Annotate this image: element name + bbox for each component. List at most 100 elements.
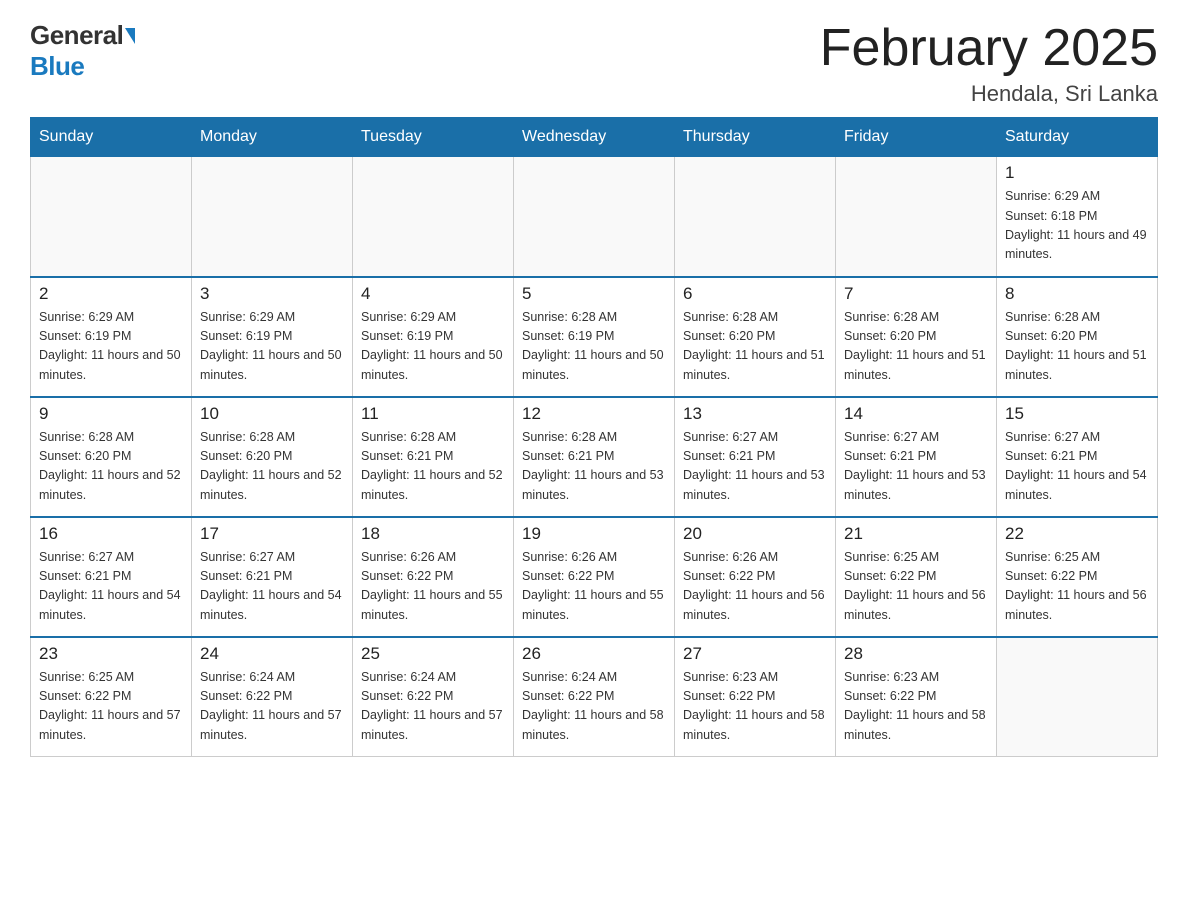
- calendar-week-row: 1Sunrise: 6:29 AM Sunset: 6:18 PM Daylig…: [31, 157, 1158, 277]
- calendar-cell: 5 Sunrise: 6:28 AM Sunset: 6:19 PM Daylig…: [514, 277, 675, 397]
- day-sun-info: Sunrise: 6:28 AM Sunset: 6:20 PM Dayligh…: [1005, 308, 1149, 386]
- day-number: 26: [522, 644, 666, 664]
- title-area: February 2025 Hendala, Sri Lanka: [820, 20, 1158, 107]
- calendar-cell: 19 Sunrise: 6:26 AM Sunset: 6:22 PM Dayli…: [514, 517, 675, 637]
- day-number: 9: [39, 404, 183, 424]
- day-number: 25: [361, 644, 505, 664]
- calendar-cell: 1Sunrise: 6:29 AM Sunset: 6:18 PM Daylig…: [997, 157, 1158, 277]
- day-sun-info: Sunrise: 6:23 AM Sunset: 6:22 PM Dayligh…: [683, 668, 827, 746]
- day-number: 21: [844, 524, 988, 544]
- calendar-cell: 8 Sunrise: 6:28 AM Sunset: 6:20 PM Daylig…: [997, 277, 1158, 397]
- day-number: 3: [200, 284, 344, 304]
- calendar-cell: [192, 157, 353, 277]
- day-sun-info: Sunrise: 6:29 AM Sunset: 6:19 PM Dayligh…: [200, 308, 344, 386]
- calendar-cell: 20Sunrise: 6:26 AM Sunset: 6:22 PM Dayli…: [675, 517, 836, 637]
- calendar-cell: [675, 157, 836, 277]
- month-title: February 2025: [820, 20, 1158, 77]
- day-sun-info: Sunrise: 6:27 AM Sunset: 6:21 PM Dayligh…: [1005, 428, 1149, 506]
- day-of-week-header: Sunday: [31, 118, 192, 157]
- day-sun-info: Sunrise: 6:28 AM Sunset: 6:20 PM Dayligh…: [844, 308, 988, 386]
- calendar-cell: 27Sunrise: 6:23 AM Sunset: 6:22 PM Dayli…: [675, 637, 836, 757]
- calendar-cell: [353, 157, 514, 277]
- calendar-cell: 2 Sunrise: 6:29 AM Sunset: 6:19 PM Daylig…: [31, 277, 192, 397]
- calendar-table: SundayMondayTuesdayWednesdayThursdayFrid…: [30, 117, 1158, 757]
- day-number: 16: [39, 524, 183, 544]
- calendar-cell: 9 Sunrise: 6:28 AM Sunset: 6:20 PM Daylig…: [31, 397, 192, 517]
- day-number: 19: [522, 524, 666, 544]
- day-number: 18: [361, 524, 505, 544]
- day-number: 11: [361, 404, 505, 424]
- day-number: 24: [200, 644, 344, 664]
- day-sun-info: Sunrise: 6:25 AM Sunset: 6:22 PM Dayligh…: [1005, 548, 1149, 626]
- calendar-header-row: SundayMondayTuesdayWednesdayThursdayFrid…: [31, 118, 1158, 157]
- calendar-cell: 18 Sunrise: 6:26 AM Sunset: 6:22 PM Dayli…: [353, 517, 514, 637]
- calendar-week-row: 2 Sunrise: 6:29 AM Sunset: 6:19 PM Daylig…: [31, 277, 1158, 397]
- day-number: 20: [683, 524, 827, 544]
- calendar-cell: 4 Sunrise: 6:29 AM Sunset: 6:19 PM Daylig…: [353, 277, 514, 397]
- day-of-week-header: Thursday: [675, 118, 836, 157]
- day-number: 23: [39, 644, 183, 664]
- day-sun-info: Sunrise: 6:25 AM Sunset: 6:22 PM Dayligh…: [844, 548, 988, 626]
- day-number: 1: [1005, 163, 1149, 183]
- calendar-cell: 24 Sunrise: 6:24 AM Sunset: 6:22 PM Dayli…: [192, 637, 353, 757]
- calendar-cell: 15 Sunrise: 6:27 AM Sunset: 6:21 PM Dayli…: [997, 397, 1158, 517]
- logo-triangle-icon: [125, 28, 135, 44]
- day-sun-info: Sunrise: 6:29 AM Sunset: 6:19 PM Dayligh…: [39, 308, 183, 386]
- day-number: 6: [683, 284, 827, 304]
- day-sun-info: Sunrise: 6:28 AM Sunset: 6:20 PM Dayligh…: [200, 428, 344, 506]
- calendar-week-row: 23 Sunrise: 6:25 AM Sunset: 6:22 PM Dayli…: [31, 637, 1158, 757]
- day-number: 8: [1005, 284, 1149, 304]
- day-sun-info: Sunrise: 6:25 AM Sunset: 6:22 PM Dayligh…: [39, 668, 183, 746]
- day-sun-info: Sunrise: 6:24 AM Sunset: 6:22 PM Dayligh…: [200, 668, 344, 746]
- calendar-cell: 23 Sunrise: 6:25 AM Sunset: 6:22 PM Dayli…: [31, 637, 192, 757]
- calendar-cell: 11 Sunrise: 6:28 AM Sunset: 6:21 PM Dayli…: [353, 397, 514, 517]
- day-sun-info: Sunrise: 6:28 AM Sunset: 6:20 PM Dayligh…: [683, 308, 827, 386]
- day-sun-info: Sunrise: 6:24 AM Sunset: 6:22 PM Dayligh…: [522, 668, 666, 746]
- day-sun-info: Sunrise: 6:28 AM Sunset: 6:21 PM Dayligh…: [522, 428, 666, 506]
- calendar-cell: 14 Sunrise: 6:27 AM Sunset: 6:21 PM Dayli…: [836, 397, 997, 517]
- day-of-week-header: Tuesday: [353, 118, 514, 157]
- day-of-week-header: Saturday: [997, 118, 1158, 157]
- calendar-cell: 16 Sunrise: 6:27 AM Sunset: 6:21 PM Dayli…: [31, 517, 192, 637]
- logo-general-text: General: [30, 20, 123, 51]
- day-number: 13: [683, 404, 827, 424]
- day-sun-info: Sunrise: 6:27 AM Sunset: 6:21 PM Dayligh…: [200, 548, 344, 626]
- calendar-cell: 7Sunrise: 6:28 AM Sunset: 6:20 PM Daylig…: [836, 277, 997, 397]
- day-number: 12: [522, 404, 666, 424]
- day-of-week-header: Monday: [192, 118, 353, 157]
- day-sun-info: Sunrise: 6:27 AM Sunset: 6:21 PM Dayligh…: [39, 548, 183, 626]
- day-sun-info: Sunrise: 6:27 AM Sunset: 6:21 PM Dayligh…: [844, 428, 988, 506]
- day-sun-info: Sunrise: 6:26 AM Sunset: 6:22 PM Dayligh…: [361, 548, 505, 626]
- day-sun-info: Sunrise: 6:26 AM Sunset: 6:22 PM Dayligh…: [522, 548, 666, 626]
- logo: General Blue: [30, 20, 135, 82]
- day-sun-info: Sunrise: 6:27 AM Sunset: 6:21 PM Dayligh…: [683, 428, 827, 506]
- calendar-week-row: 16 Sunrise: 6:27 AM Sunset: 6:21 PM Dayli…: [31, 517, 1158, 637]
- day-sun-info: Sunrise: 6:28 AM Sunset: 6:20 PM Dayligh…: [39, 428, 183, 506]
- calendar-cell: 12 Sunrise: 6:28 AM Sunset: 6:21 PM Dayli…: [514, 397, 675, 517]
- day-number: 15: [1005, 404, 1149, 424]
- day-number: 4: [361, 284, 505, 304]
- day-number: 5: [522, 284, 666, 304]
- day-number: 22: [1005, 524, 1149, 544]
- calendar-cell: [836, 157, 997, 277]
- calendar-cell: [31, 157, 192, 277]
- calendar-cell: 28Sunrise: 6:23 AM Sunset: 6:22 PM Dayli…: [836, 637, 997, 757]
- day-sun-info: Sunrise: 6:23 AM Sunset: 6:22 PM Dayligh…: [844, 668, 988, 746]
- calendar-week-row: 9 Sunrise: 6:28 AM Sunset: 6:20 PM Daylig…: [31, 397, 1158, 517]
- day-sun-info: Sunrise: 6:24 AM Sunset: 6:22 PM Dayligh…: [361, 668, 505, 746]
- calendar-cell: 22 Sunrise: 6:25 AM Sunset: 6:22 PM Dayli…: [997, 517, 1158, 637]
- day-of-week-header: Friday: [836, 118, 997, 157]
- calendar-cell: 21 Sunrise: 6:25 AM Sunset: 6:22 PM Dayli…: [836, 517, 997, 637]
- calendar-cell: 13 Sunrise: 6:27 AM Sunset: 6:21 PM Dayli…: [675, 397, 836, 517]
- day-sun-info: Sunrise: 6:28 AM Sunset: 6:21 PM Dayligh…: [361, 428, 505, 506]
- page-header: General Blue February 2025 Hendala, Sri …: [30, 20, 1158, 107]
- calendar-cell: 17Sunrise: 6:27 AM Sunset: 6:21 PM Dayli…: [192, 517, 353, 637]
- day-sun-info: Sunrise: 6:28 AM Sunset: 6:19 PM Dayligh…: [522, 308, 666, 386]
- calendar-cell: [514, 157, 675, 277]
- day-sun-info: Sunrise: 6:29 AM Sunset: 6:19 PM Dayligh…: [361, 308, 505, 386]
- day-number: 14: [844, 404, 988, 424]
- calendar-cell: 3 Sunrise: 6:29 AM Sunset: 6:19 PM Daylig…: [192, 277, 353, 397]
- calendar-cell: [997, 637, 1158, 757]
- location-title: Hendala, Sri Lanka: [820, 81, 1158, 107]
- day-number: 2: [39, 284, 183, 304]
